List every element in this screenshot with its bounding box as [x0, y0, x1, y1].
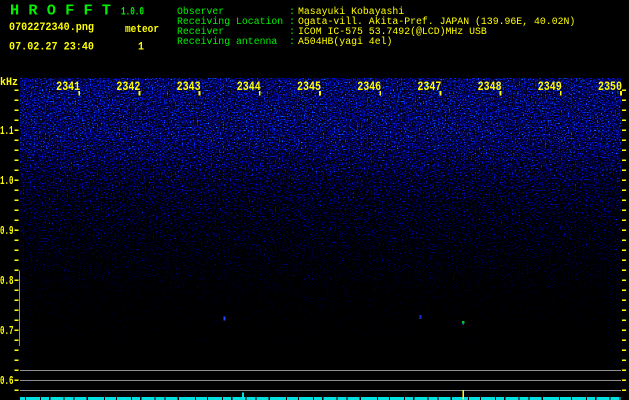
- svg-text:0702272340.png: 0702272340.png: [9, 22, 94, 34]
- svg-text:H R O F F T: H R O F F T: [10, 3, 111, 20]
- svg-text:1: 1: [138, 42, 144, 54]
- svg-text:2346: 2346: [357, 79, 381, 94]
- svg-text:A504HB(yagi 4el): A504HB(yagi 4el): [298, 36, 392, 48]
- svg-text:0.6: 0.6: [0, 374, 14, 388]
- svg-text:2348: 2348: [478, 79, 502, 94]
- svg-text:2341: 2341: [56, 79, 80, 94]
- svg-text:0.7: 0.7: [0, 324, 14, 338]
- svg-text:2347: 2347: [417, 79, 441, 94]
- svg-text:2349: 2349: [538, 79, 562, 94]
- svg-text:2345: 2345: [297, 79, 321, 94]
- svg-text:2343: 2343: [177, 79, 201, 94]
- svg-text:0.9: 0.9: [0, 224, 14, 238]
- svg-text:kHz: kHz: [0, 77, 18, 89]
- svg-text:1.0.0: 1.0.0: [121, 7, 144, 19]
- svg-text:1.0: 1.0: [0, 174, 14, 188]
- svg-text:Receiving antenna: Receiving antenna: [177, 36, 277, 48]
- svg-text:07.02.27 23:40: 07.02.27 23:40: [9, 42, 94, 54]
- svg-text:0.8: 0.8: [0, 274, 14, 288]
- svg-text:2350: 2350: [598, 79, 622, 94]
- svg-text::: :: [289, 37, 295, 48]
- svg-text:1.1: 1.1: [0, 124, 14, 138]
- svg-text:2342: 2342: [116, 79, 140, 94]
- svg-text:meteor: meteor: [125, 24, 159, 36]
- svg-text:2344: 2344: [237, 79, 261, 94]
